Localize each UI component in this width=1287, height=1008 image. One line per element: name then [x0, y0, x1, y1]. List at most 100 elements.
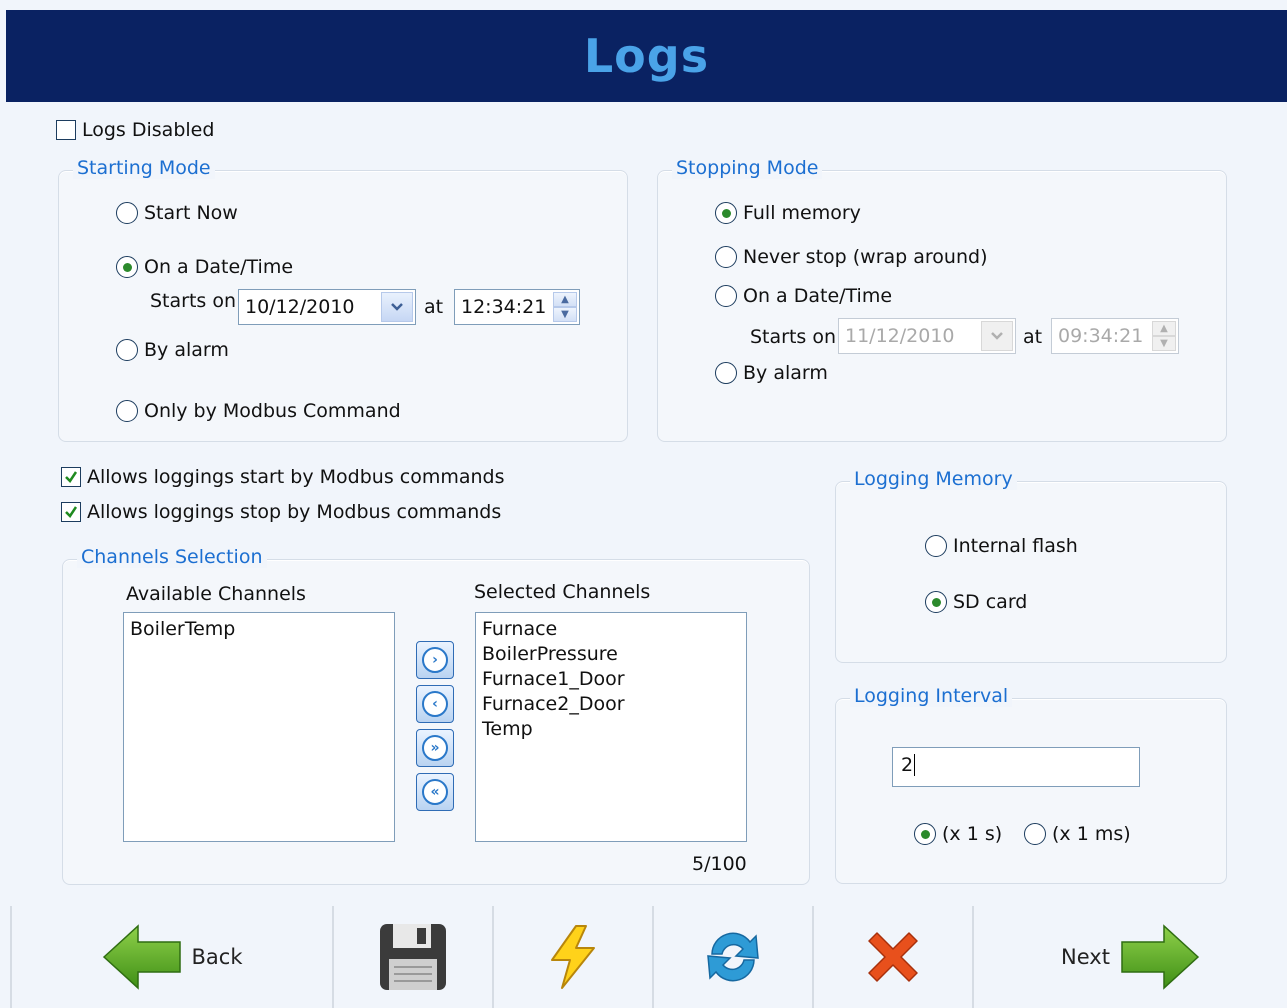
- list-item[interactable]: BoilerTemp: [130, 617, 388, 642]
- bottom-toolbar: Back Next: [0, 906, 1287, 1008]
- stop-on-datetime-label: On a Date/Time: [743, 285, 893, 307]
- stop-full-memory-radio[interactable]: Full memory: [715, 202, 861, 224]
- sd-card-label: SD card: [953, 591, 1028, 613]
- stop-starts-on-label: Starts on: [750, 326, 837, 348]
- next-label: Next: [1061, 945, 1110, 969]
- radio-circle[interactable]: [116, 339, 138, 361]
- cancel-x-icon: [868, 932, 918, 982]
- list-item[interactable]: Temp: [482, 717, 740, 742]
- lightning-icon: [551, 925, 595, 989]
- channels-selection-legend: Channels Selection: [77, 546, 267, 568]
- radio-circle[interactable]: [715, 202, 737, 224]
- unit-seconds-radio[interactable]: (x 1 s): [914, 823, 1002, 845]
- logging-interval-legend: Logging Interval: [850, 685, 1013, 707]
- unit-milliseconds-radio[interactable]: (x 1 ms): [1024, 823, 1131, 845]
- arrow-left-icon: ‹: [422, 691, 448, 717]
- next-arrow-icon: [1121, 924, 1200, 990]
- radio-circle[interactable]: [925, 535, 947, 557]
- stop-time-spinbox[interactable]: 09:34:21 ▲ ▼: [1051, 318, 1179, 354]
- save-button[interactable]: [334, 906, 492, 1008]
- list-item[interactable]: Furnace2_Door: [482, 692, 740, 717]
- stop-on-datetime-radio[interactable]: On a Date/Time: [715, 285, 892, 307]
- back-label: Back: [191, 945, 243, 969]
- logs-disabled-label: Logs Disabled: [82, 119, 215, 141]
- unit-milliseconds-label: (x 1 ms): [1052, 823, 1131, 845]
- internal-flash-radio[interactable]: Internal flash: [925, 535, 1078, 557]
- stop-date-value: 11/12/2010: [845, 325, 955, 347]
- back-arrow-icon: [102, 924, 181, 990]
- refresh-button[interactable]: [654, 906, 812, 1008]
- start-by-alarm-label: By alarm: [144, 339, 229, 361]
- start-by-modbus-radio[interactable]: Only by Modbus Command: [116, 400, 401, 422]
- logging-memory-legend: Logging Memory: [850, 468, 1017, 490]
- stop-never-radio[interactable]: Never stop (wrap around): [715, 246, 988, 268]
- arrow-right-icon: ›: [422, 647, 448, 673]
- start-time-spinbox[interactable]: 12:34:21 ▲ ▼: [454, 289, 580, 325]
- remove-channel-button[interactable]: ‹: [416, 685, 454, 723]
- apply-button[interactable]: [494, 906, 652, 1008]
- spin-up-icon[interactable]: ▲: [1152, 321, 1176, 336]
- stop-by-alarm-radio[interactable]: By alarm: [715, 362, 828, 384]
- chevron-down-icon[interactable]: [981, 321, 1013, 351]
- back-button[interactable]: Back: [12, 906, 332, 1008]
- header-bar: Logs: [6, 10, 1287, 102]
- radio-circle[interactable]: [715, 362, 737, 384]
- spin-up-icon[interactable]: ▲: [553, 292, 577, 307]
- starting-mode-legend: Starting Mode: [73, 157, 215, 179]
- radio-circle[interactable]: [914, 823, 936, 845]
- allow-start-label: Allows loggings start by Modbus commands: [87, 466, 505, 488]
- next-button[interactable]: Next: [974, 906, 1287, 1008]
- stop-by-alarm-label: By alarm: [743, 362, 828, 384]
- available-channels-list[interactable]: BoilerTemp: [123, 612, 395, 842]
- start-now-radio[interactable]: Start Now: [116, 202, 238, 224]
- radio-circle[interactable]: [715, 246, 737, 268]
- spin-down-icon[interactable]: ▼: [553, 307, 577, 322]
- chevron-down-icon[interactable]: [381, 292, 413, 322]
- stop-full-memory-label: Full memory: [743, 202, 861, 224]
- radio-circle[interactable]: [116, 400, 138, 422]
- start-on-datetime-label: On a Date/Time: [144, 256, 294, 278]
- logging-interval-group: Logging Interval: [835, 685, 1227, 884]
- logs-disabled-checkbox[interactable]: Logs Disabled: [56, 119, 214, 141]
- spin-down-icon[interactable]: ▼: [1152, 336, 1176, 351]
- spin-buttons[interactable]: ▲ ▼: [553, 292, 577, 322]
- start-by-modbus-label: Only by Modbus Command: [144, 400, 401, 422]
- allow-stop-label: Allows loggings stop by Modbus commands: [87, 501, 502, 523]
- stop-at-label: at: [1023, 326, 1043, 348]
- radio-circle[interactable]: [715, 285, 737, 307]
- stop-date-combobox[interactable]: 11/12/2010: [838, 318, 1016, 354]
- start-time-value: 12:34:21: [461, 296, 547, 318]
- unit-seconds-label: (x 1 s): [942, 823, 1003, 845]
- checkbox-box[interactable]: [56, 120, 76, 140]
- selected-channels-list[interactable]: Furnace BoilerPressure Furnace1_Door Fur…: [475, 612, 747, 842]
- checkbox-box[interactable]: [61, 467, 81, 487]
- channel-count: 5/100: [692, 853, 747, 875]
- logging-interval-input[interactable]: 2: [892, 747, 1140, 787]
- save-disk-icon: [380, 924, 446, 990]
- add-channel-button[interactable]: ›: [416, 641, 454, 679]
- list-item[interactable]: Furnace: [482, 617, 740, 642]
- stopping-mode-legend: Stopping Mode: [672, 157, 823, 179]
- list-item[interactable]: BoilerPressure: [482, 642, 740, 667]
- logging-memory-group: Logging Memory: [835, 468, 1227, 663]
- allow-stop-modbus-checkbox[interactable]: Allows loggings stop by Modbus commands: [61, 501, 501, 523]
- radio-circle[interactable]: [116, 202, 138, 224]
- start-by-alarm-radio[interactable]: By alarm: [116, 339, 229, 361]
- double-arrow-right-icon: »: [422, 735, 448, 761]
- spin-buttons[interactable]: ▲ ▼: [1152, 321, 1176, 351]
- radio-circle[interactable]: [116, 256, 138, 278]
- allow-start-modbus-checkbox[interactable]: Allows loggings start by Modbus commands: [61, 466, 505, 488]
- checkbox-box[interactable]: [61, 502, 81, 522]
- radio-circle[interactable]: [925, 591, 947, 613]
- remove-all-channels-button[interactable]: «: [416, 773, 454, 811]
- start-date-value: 10/12/2010: [245, 296, 355, 318]
- start-date-combobox[interactable]: 10/12/2010: [238, 289, 416, 325]
- radio-circle[interactable]: [1024, 823, 1046, 845]
- sd-card-radio[interactable]: SD card: [925, 591, 1027, 613]
- list-item[interactable]: Furnace1_Door: [482, 667, 740, 692]
- start-now-label: Start Now: [144, 202, 238, 224]
- start-on-datetime-radio[interactable]: On a Date/Time: [116, 256, 293, 278]
- cancel-button[interactable]: [814, 906, 972, 1008]
- double-arrow-left-icon: «: [422, 779, 448, 805]
- add-all-channels-button[interactable]: »: [416, 729, 454, 767]
